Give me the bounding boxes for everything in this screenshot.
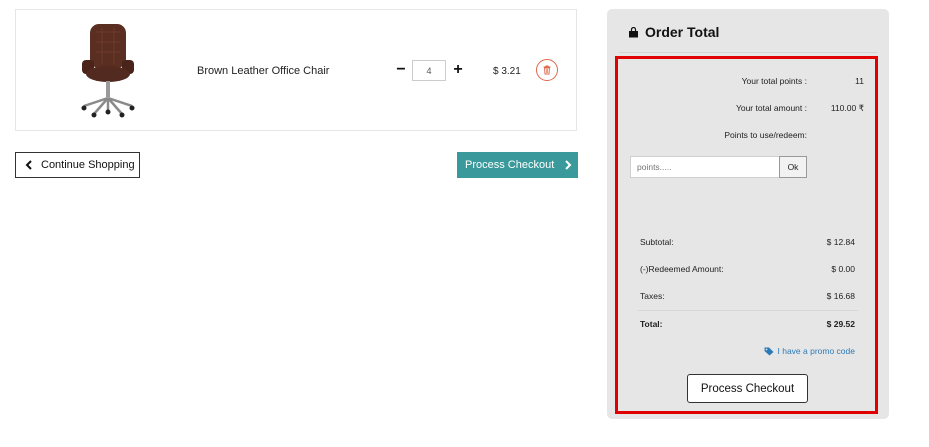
order-process-checkout-button[interactable]: Process Checkout bbox=[687, 374, 808, 403]
promo-code-link[interactable]: I have a promo code bbox=[764, 346, 856, 356]
chevron-left-icon bbox=[25, 160, 32, 170]
total-points-value: 11 bbox=[855, 76, 864, 86]
taxes-label: Taxes: bbox=[640, 291, 665, 301]
redeem-points-label: Points to use/redeem: bbox=[724, 130, 807, 140]
total-value: $ 29.52 bbox=[826, 319, 855, 329]
redeemed-amount-label: (-)Redeemed Amount: bbox=[640, 264, 724, 274]
shopping-bag-icon bbox=[629, 26, 638, 37]
points-input[interactable] bbox=[630, 156, 780, 178]
order-total-title: Order Total bbox=[645, 24, 720, 40]
product-name[interactable]: Brown Leather Office Chair bbox=[197, 65, 329, 77]
continue-shopping-button[interactable]: Continue Shopping bbox=[15, 152, 140, 178]
subtotal-label: Subtotal: bbox=[640, 237, 674, 247]
promo-code-label: I have a promo code bbox=[777, 346, 856, 356]
process-checkout-button[interactable]: Process Checkout bbox=[457, 152, 578, 178]
quantity-increase-button[interactable]: + bbox=[450, 62, 466, 78]
total-amount-value: 110.00 ₹ bbox=[830, 103, 864, 113]
chevron-right-icon bbox=[565, 160, 572, 170]
taxes-value: $ 16.68 bbox=[826, 291, 855, 301]
redeem-ok-button[interactable]: Ok bbox=[779, 156, 807, 178]
trash-icon bbox=[543, 65, 551, 75]
quantity-input[interactable] bbox=[412, 60, 446, 81]
item-price: $ 3.21 bbox=[493, 66, 521, 77]
tag-icon bbox=[764, 347, 773, 355]
subtotal-value: $ 12.84 bbox=[826, 237, 855, 247]
total-amount-label: Your total amount : bbox=[735, 103, 807, 113]
delete-item-button[interactable] bbox=[536, 59, 558, 81]
cart-item-row: Brown Leather Office Chair − + $ 3.21 bbox=[15, 9, 577, 131]
quantity-decrease-button[interactable]: − bbox=[393, 62, 409, 78]
total-label: Total: bbox=[640, 319, 663, 329]
process-checkout-label: Process Checkout bbox=[465, 159, 555, 171]
divider bbox=[638, 310, 858, 311]
total-points-label: Your total points : bbox=[741, 76, 807, 86]
redeemed-amount-value: $ 0.00 bbox=[831, 264, 855, 274]
order-total-heading: Order Total bbox=[628, 24, 719, 40]
continue-shopping-label: Continue Shopping bbox=[41, 159, 135, 171]
divider bbox=[619, 52, 877, 53]
office-chair-image bbox=[81, 24, 135, 118]
